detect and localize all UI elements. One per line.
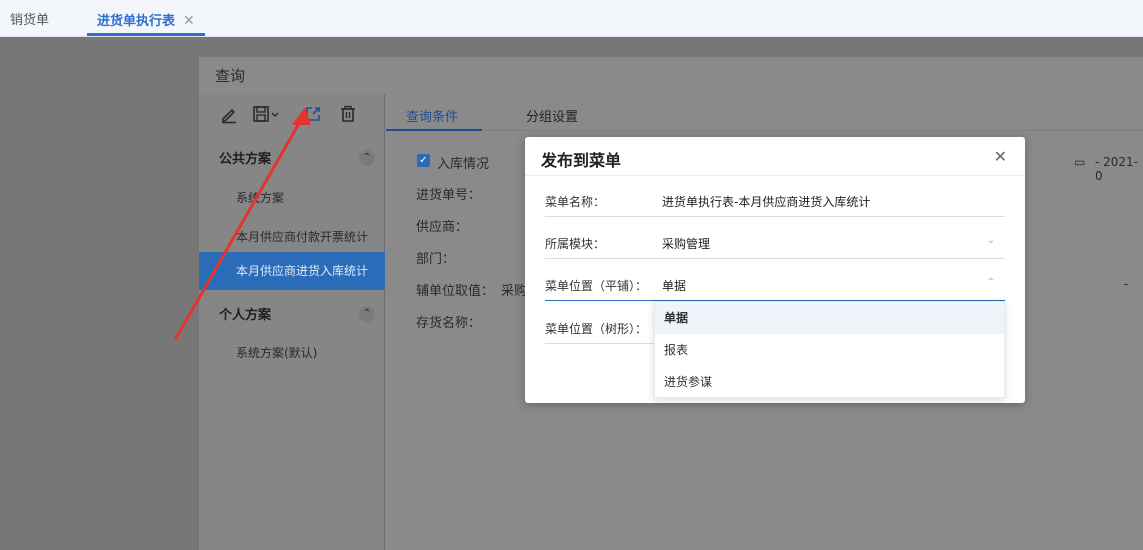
field-label: 进货单号： [416, 188, 482, 203]
calendar-icon[interactable]: ▭ [1074, 155, 1085, 169]
menu-position-flat-row[interactable]: 菜单位置（平铺）： 单据 ⌃ [545, 269, 1005, 301]
chevron-down-icon[interactable]: ⌄ [987, 235, 995, 246]
field-value: 采购 [501, 284, 528, 299]
field-label: 存货名称： [416, 316, 482, 331]
dropdown-option[interactable]: 进货参谋 [655, 366, 1004, 398]
field-label: 菜单位置（平铺）： [545, 279, 648, 293]
dropdown-option[interactable]: 单据 [655, 302, 1004, 334]
input-underline [545, 258, 1005, 259]
tab-label: 进货单执行表 [97, 14, 176, 29]
query-title: 查询 [215, 67, 246, 85]
input-underline [545, 216, 1005, 217]
tab-query-conditions[interactable]: 查询条件 [406, 106, 458, 125]
dialog-title: 发布到菜单 [541, 151, 622, 170]
tab-divider [386, 130, 1143, 131]
date-range[interactable]: - 2021-0 [1095, 155, 1143, 183]
range-dash: - [1124, 277, 1129, 291]
tab-group-settings[interactable]: 分组设置 [526, 106, 578, 125]
tab-purchase-execution[interactable]: 进货单执行表 ✕ [87, 8, 205, 36]
menu-name-row[interactable]: 菜单名称： 进货单执行表-本月供应商进货入库统计 [545, 185, 1005, 217]
menu-position-flat-select[interactable]: 单据 [662, 277, 686, 294]
chevron-up-icon[interactable]: ⌃ [987, 277, 995, 288]
field-label: 菜单名称： [545, 195, 606, 209]
annotation-arrow [173, 107, 311, 341]
dialog-divider [525, 175, 1025, 176]
field-label: 辅单位取值： [416, 284, 495, 299]
field-label: 所属模块： [545, 237, 606, 251]
chevron-up-icon[interactable]: ⌃ [359, 150, 375, 166]
tab-bar: 销货单 进货单执行表 ✕ [0, 0, 1143, 37]
field-label: 供应商： [416, 220, 469, 235]
input-underline [545, 343, 655, 344]
tab-sales-order[interactable]: 销货单 [10, 8, 49, 36]
menu-name-input[interactable]: 进货单执行表-本月供应商进货入库统计 [662, 193, 870, 210]
checkbox[interactable]: ✓ [417, 154, 430, 167]
delete-icon[interactable] [338, 104, 358, 124]
chevron-up-icon[interactable]: ⌃ [359, 306, 375, 322]
module-row[interactable]: 所属模块： 采购管理 ⌄ [545, 227, 1005, 259]
checkbox-label: 入库情况 [437, 157, 490, 172]
close-icon[interactable]: ✕ [994, 147, 1007, 166]
dropdown-option[interactable]: 报表 [655, 334, 1004, 366]
field-label: 菜单位置（树形）： [545, 322, 648, 336]
field-label: 部门： [416, 252, 456, 267]
active-tab-indicator [386, 129, 482, 131]
close-icon[interactable]: ✕ [183, 8, 195, 34]
module-select[interactable]: 采购管理 [662, 235, 710, 252]
dropdown-list: 单据 报表 进货参谋 [654, 301, 1005, 398]
